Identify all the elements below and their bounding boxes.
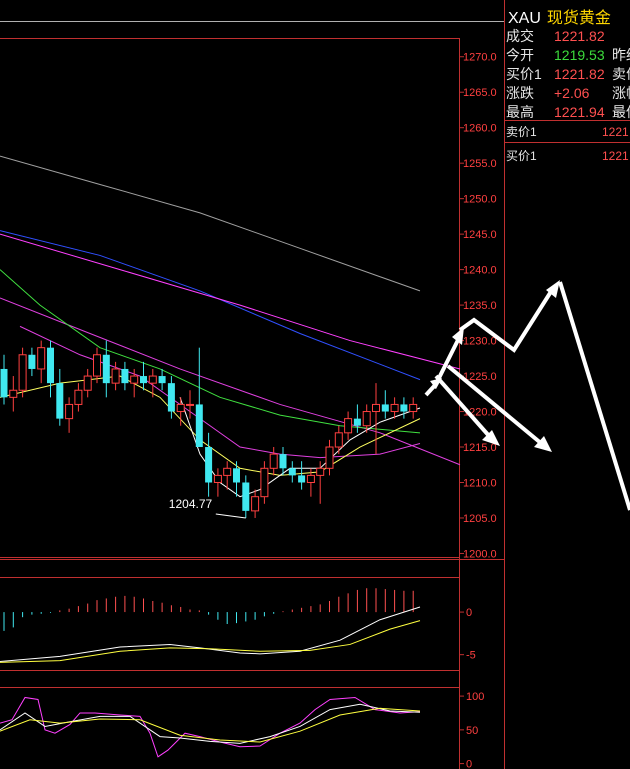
candle-body	[251, 496, 260, 512]
low-annotation-label: 1204.77	[169, 497, 213, 511]
y-tick-label: 1270.0	[463, 52, 497, 64]
candle-body	[83, 375, 92, 391]
candle-body	[390, 403, 399, 413]
quote-row-last: 成交 1221.82	[506, 28, 605, 44]
y-tick-label: 0	[466, 607, 472, 619]
candle-body	[195, 404, 203, 448]
candle-body	[47, 347, 54, 384]
candle-body	[167, 383, 175, 412]
y-tick-label: 1200.0	[463, 548, 497, 560]
symbol-name: 现货黄金	[546, 10, 611, 27]
y-tick-label: 50	[466, 725, 478, 737]
candle-body	[334, 432, 343, 448]
candle-body	[233, 468, 240, 483]
macd-line	[0, 606, 421, 662]
low-annotation-leader	[215, 513, 246, 519]
divider	[504, 142, 630, 143]
candle-body	[65, 403, 74, 420]
quote-row-high: 最高1221.94最低	[506, 104, 630, 120]
y-tick-label: 100	[466, 691, 484, 703]
y-tick-label: 1260.0	[463, 123, 497, 135]
candle-body	[176, 403, 185, 413]
y-tick-label: 1210.0	[463, 477, 497, 489]
candle-body	[37, 347, 46, 370]
quote-row-open: 今开1219.53昨结	[506, 47, 630, 63]
candle-body	[111, 368, 120, 384]
kdj-panel: 100 50 0	[0, 691, 484, 769]
candle-body	[409, 403, 418, 413]
candle-body	[288, 468, 296, 476]
candle-body	[121, 368, 129, 384]
candle-body	[362, 411, 371, 427]
candle-body	[298, 475, 306, 483]
y-tick-label: 1205.0	[463, 513, 497, 525]
candle-body	[93, 354, 101, 377]
candle-body	[213, 474, 222, 483]
y-tick-label: 1255.0	[463, 158, 497, 170]
candle-body	[325, 446, 334, 469]
candle-body	[158, 376, 166, 384]
y-tick-label: 1240.0	[463, 265, 497, 277]
y-tick-label: 1215.0	[463, 442, 497, 454]
candle-body	[260, 467, 269, 498]
candle-body	[102, 354, 110, 384]
y-tick-label: 1265.0	[463, 87, 497, 99]
candle-body	[269, 453, 278, 469]
orderbook-bid: 买价1 1221	[506, 149, 629, 163]
candle-body	[28, 354, 36, 369]
candle-body	[186, 403, 194, 406]
y-tick-label: 1235.0	[463, 300, 497, 312]
candle-body	[223, 467, 232, 476]
kdj-line	[0, 703, 421, 744]
candle-body	[279, 454, 287, 469]
moving-average-line	[0, 233, 461, 370]
macd-panel: 0 -5	[0, 588, 476, 663]
candle-body	[400, 404, 408, 412]
y-tick-label: 0	[466, 759, 472, 769]
y-tick-label: -5	[466, 650, 476, 662]
candle-body	[0, 368, 8, 398]
candle-body	[381, 404, 389, 412]
divider	[504, 120, 630, 121]
y-tick-label: 1250.0	[463, 194, 497, 206]
candle-body	[56, 383, 64, 419]
candle-body	[316, 467, 325, 476]
symbol-title: XAU 现货黄金	[508, 4, 611, 28]
candle-body	[372, 403, 380, 413]
quote-sidebar: XAU 现货黄金 成交1221.82 今开1219.53昨结 买价11221.82…	[504, 0, 630, 769]
candle-body	[344, 418, 353, 434]
quote-row-bid: 买价11221.82卖价	[506, 66, 630, 82]
main-price-panel: 1270.0 1265.0 1260.0 1255.0 1250.0 1245.0 1240…	[0, 52, 497, 560]
candle-body	[140, 376, 147, 384]
candle-body	[130, 375, 139, 384]
candle-body	[148, 375, 157, 384]
candle-body	[306, 474, 315, 483]
kdj-line	[0, 707, 421, 743]
symbol-code: XAU	[508, 10, 541, 27]
y-tick-label: 1230.0	[463, 336, 497, 348]
candle-body	[353, 418, 361, 426]
candle-body	[242, 482, 250, 511]
y-tick-label: 1245.0	[463, 229, 497, 241]
candle-body	[18, 354, 27, 391]
orderbook-ask: 卖价1 1221	[506, 125, 629, 139]
kdj-line	[0, 696, 421, 758]
candle-body	[205, 447, 213, 483]
moving-average-line	[0, 155, 421, 292]
candle-body	[9, 389, 18, 398]
candle-body	[74, 389, 83, 405]
quote-row-change: 涨跌+2.06涨幅	[506, 85, 630, 101]
